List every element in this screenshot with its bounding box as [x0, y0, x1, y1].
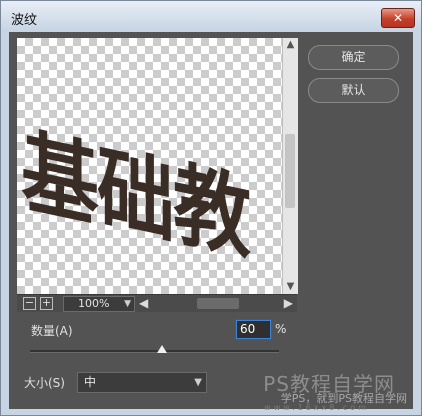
- ok-button[interactable]: 确定: [308, 45, 399, 70]
- vertical-scroll-thumb[interactable]: [285, 134, 295, 208]
- amount-slider-handle[interactable]: [156, 345, 167, 353]
- size-label: 大小(S): [24, 376, 65, 390]
- chevron-down-icon: ▼: [194, 377, 202, 388]
- arrow-up-icon[interactable]: ▲: [283, 38, 298, 52]
- zoom-in-button[interactable]: +: [40, 297, 53, 310]
- arrow-left-icon[interactable]: ◀: [139, 296, 148, 311]
- arrow-down-icon[interactable]: ▼: [283, 280, 298, 294]
- title-bar[interactable]: 波纹 ✕: [1, 1, 421, 33]
- horizontal-scroll-thumb[interactable]: [197, 298, 239, 309]
- preview-horizontal-scrollbar[interactable]: ◀ ▶: [137, 295, 297, 312]
- arrow-right-icon[interactable]: ▶: [284, 296, 293, 311]
- zoom-out-button[interactable]: −: [23, 297, 36, 310]
- watermark-url: www.16xx8.com: [264, 403, 369, 412]
- zoom-bar: − + 100% ▼ ◀ ▶: [17, 294, 297, 312]
- preview-vertical-scrollbar[interactable]: ▲ ▼: [282, 38, 298, 294]
- amount-label: 数量(A): [31, 324, 73, 338]
- preview-canvas[interactable]: 基础教: [17, 38, 282, 294]
- default-button[interactable]: 默认: [308, 78, 399, 103]
- size-value: 中: [84, 375, 97, 389]
- zoom-level-value: 100%: [78, 297, 110, 310]
- amount-unit: %: [275, 322, 287, 336]
- preview-sample-text: 基础教: [21, 120, 250, 273]
- chevron-down-icon: ▼: [124, 299, 131, 309]
- amount-slider-track[interactable]: [30, 350, 279, 353]
- dialog-body: 基础教 ▲ ▼ − + 100% ▼ ◀ ▶ 确定 默认 数量(A) 60 % …: [9, 32, 413, 412]
- close-button[interactable]: ✕: [381, 8, 415, 28]
- amount-input[interactable]: 60: [236, 320, 271, 339]
- size-select[interactable]: 中 ▼: [77, 372, 207, 393]
- filter-dialog: 波纹 ✕ 基础教 ▲ ▼ − + 100% ▼ ◀ ▶ 确定 默认 数量(A) …: [0, 0, 422, 416]
- minus-icon: −: [24, 296, 35, 309]
- dialog-title: 波纹: [11, 13, 38, 28]
- zoom-level-select[interactable]: 100% ▼: [63, 296, 135, 312]
- close-icon: ✕: [392, 11, 404, 25]
- plus-icon: +: [41, 296, 52, 309]
